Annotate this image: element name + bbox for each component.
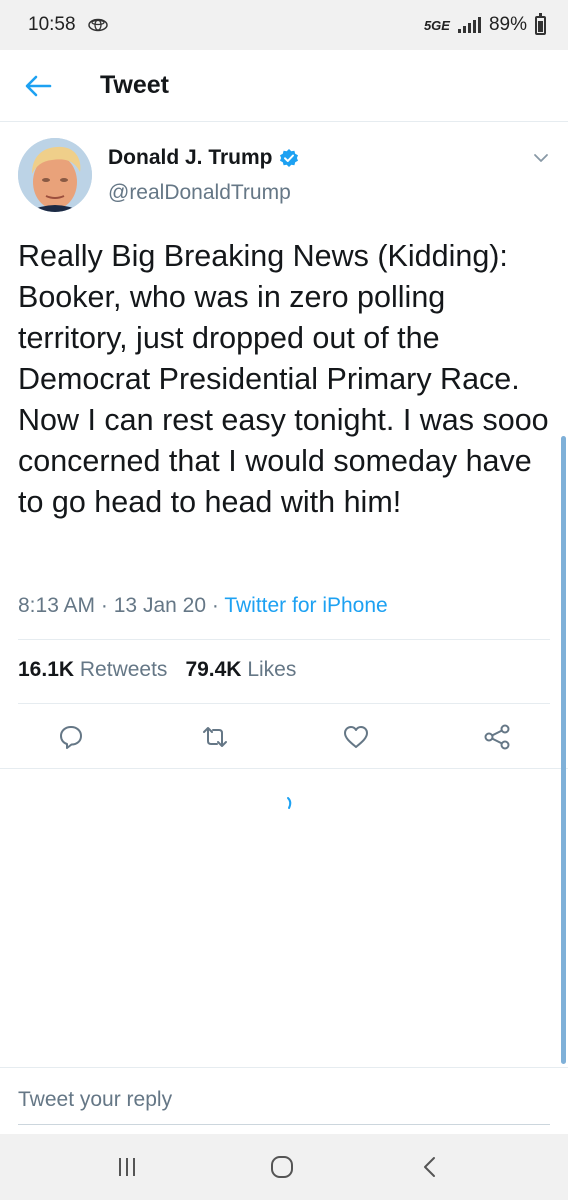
status-bar: 10:58 5GE 89% [0,0,568,50]
loading-spinner-icon [287,797,292,809]
back-icon[interactable] [416,1154,446,1180]
tweet-time: 8:13 AM [18,594,96,617]
avatar[interactable] [18,138,92,212]
share-icon[interactable] [482,722,512,752]
author-name-text: Donald J. Trump [108,146,273,169]
like-icon[interactable] [341,722,371,752]
status-time: 10:58 [28,14,76,35]
top-app-bar: Tweet [0,50,568,122]
reply-input[interactable]: Tweet your reply [18,1088,172,1112]
tweet-source-link[interactable]: Twitter for iPhone [224,594,387,617]
tweet-stats: 16.1K Retweets 79.4K Likes [18,658,296,682]
back-button[interactable] [0,50,90,122]
home-icon[interactable] [267,1154,297,1180]
meta-separator: · [211,594,219,617]
retweets-stat[interactable]: 16.1K Retweets [18,658,167,682]
network-type: 5GE [423,17,450,33]
reply-composer: Tweet your reply [0,1067,568,1131]
likes-label: Likes [247,658,297,681]
divider [18,639,550,640]
verified-badge-icon [279,149,298,167]
divider [0,768,568,769]
car-icon [87,18,108,32]
retweet-icon[interactable] [200,722,230,752]
arrow-left-icon [25,75,52,96]
tweet-author: Donald J. Trump @realDonaldTrump [18,138,553,218]
chevron-down-icon[interactable] [531,148,551,168]
tweet-action-bar [0,704,568,768]
battery-icon [535,12,546,35]
tweet-date: 13 Jan 20 [113,594,206,617]
reply-icon[interactable] [56,722,86,752]
recent-apps-icon[interactable] [112,1154,142,1180]
retweets-label: Retweets [79,658,168,681]
tweet-meta: 8:13 AM · 13 Jan 20 · Twitter for iPhone [18,594,388,618]
meta-separator: · [100,594,108,617]
system-nav-bar [0,1134,568,1200]
author-handle[interactable]: @realDonaldTrump [108,181,291,205]
reply-underline [18,1124,550,1125]
status-left: 10:58 [28,14,108,36]
retweets-count: 16.1K [18,658,75,681]
battery-percent: 89% [488,14,527,35]
tweet-text: Really Big Breaking News (Kidding): Book… [18,239,549,519]
likes-count: 79.4K [185,658,242,681]
likes-stat[interactable]: 79.4K Likes [185,658,296,682]
page-title: Tweet [100,71,169,99]
scrollbar[interactable] [561,436,566,1064]
author-name[interactable]: Donald J. Trump [108,146,299,170]
status-right: 5GE 89% [423,12,546,36]
signal-icon [457,17,481,33]
